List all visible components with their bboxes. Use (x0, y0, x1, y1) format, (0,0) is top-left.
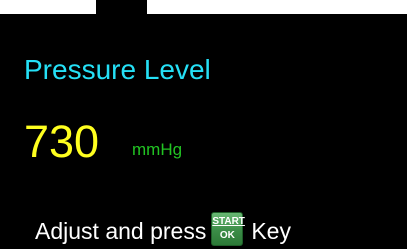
instruction-text-before: Adjust and press (35, 217, 207, 244)
key-ok-label: OK (219, 230, 235, 241)
start-ok-key-icon: START OK (211, 212, 245, 246)
key-start-label: START (212, 216, 245, 227)
instruction-line: Adjust and press START OK Key (35, 212, 291, 248)
pressure-unit: mmHg (132, 140, 183, 159)
pressure-level-title: Pressure Level (24, 54, 211, 85)
display-screen: Pressure Level 730 mmHg Adjust and press… (0, 14, 407, 249)
top-tab-marker (96, 0, 147, 14)
instruction-text-after: Key (251, 217, 291, 244)
pressure-value: 730 (24, 116, 100, 167)
